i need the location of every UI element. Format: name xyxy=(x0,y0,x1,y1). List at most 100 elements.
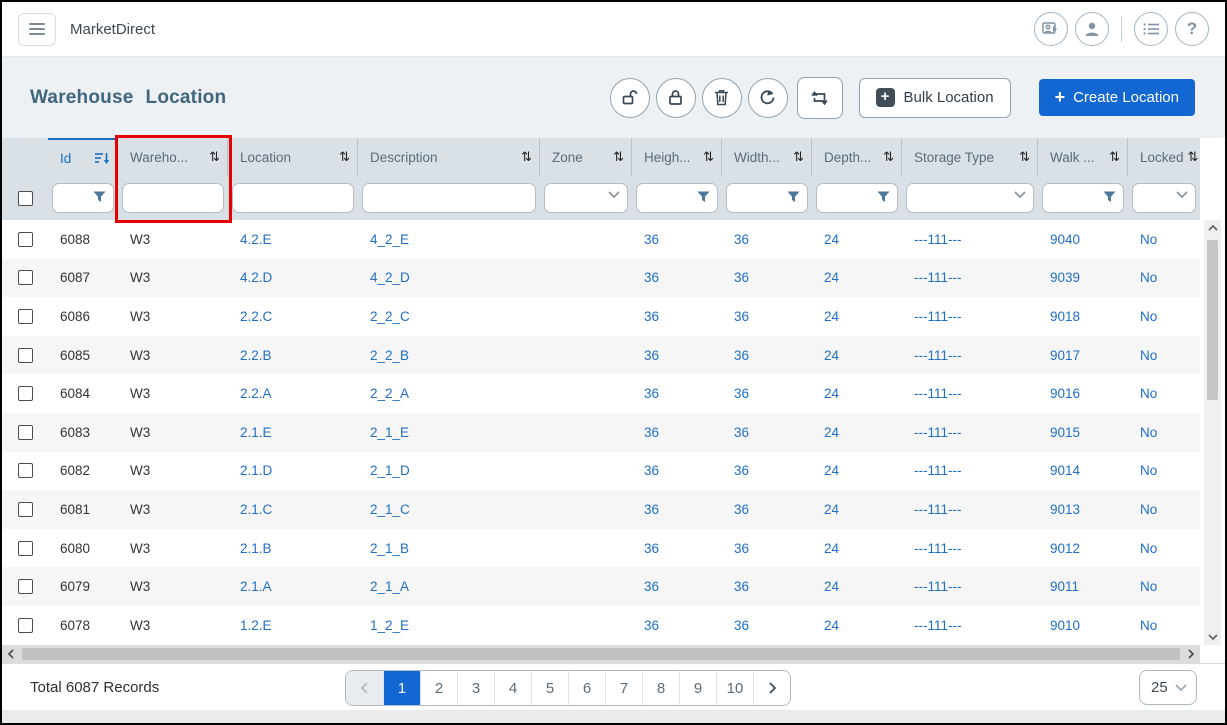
bulk-location-button[interactable]: + Bulk Location xyxy=(859,78,1011,118)
column-header-description[interactable]: Description⇅ xyxy=(358,138,540,176)
link-location[interactable]: 4.2.E xyxy=(240,232,272,247)
column-header-id[interactable]: Id xyxy=(48,138,118,176)
select-all-checkbox[interactable] xyxy=(18,191,33,206)
filter-input-warehouse[interactable] xyxy=(123,184,223,212)
filter-funnel-icon[interactable] xyxy=(93,191,106,203)
sort-icon[interactable]: ⇅ xyxy=(883,149,894,165)
chevron-down-icon[interactable] xyxy=(1176,191,1188,198)
pagination-page-3[interactable]: 3 xyxy=(457,671,494,705)
filter-select-storage_type[interactable] xyxy=(906,183,1034,213)
sort-icon[interactable]: ⇅ xyxy=(613,149,624,165)
scroll-down-arrow-icon[interactable] xyxy=(1204,629,1221,645)
scroll-left-arrow-icon[interactable] xyxy=(2,645,20,663)
scroll-up-arrow-icon[interactable] xyxy=(1204,220,1221,236)
filter-funnel-icon[interactable] xyxy=(697,191,710,203)
link-location[interactable]: 2.2.B xyxy=(240,348,272,363)
page-size-select[interactable]: 25 xyxy=(1139,670,1197,705)
hamburger-menu-button[interactable] xyxy=(18,13,56,46)
column-header-walk[interactable]: Walk ...⇅ xyxy=(1038,138,1128,176)
sort-desc-icon[interactable] xyxy=(95,152,110,165)
link-description[interactable]: 2_2_A xyxy=(370,386,409,401)
link-location[interactable]: 4.2.D xyxy=(240,270,272,285)
link-description[interactable]: 4_2_D xyxy=(370,270,410,285)
refresh-button[interactable] xyxy=(748,78,788,118)
row-checkbox[interactable] xyxy=(18,232,33,247)
pagination-page-2[interactable]: 2 xyxy=(420,671,457,705)
sort-icon[interactable]: ⇅ xyxy=(1019,149,1030,165)
sort-icon[interactable]: ⇅ xyxy=(521,149,532,165)
link-location[interactable]: 2.1.E xyxy=(240,425,272,440)
link-location[interactable]: 2.1.A xyxy=(240,579,272,594)
row-checkbox[interactable] xyxy=(18,348,33,363)
list-menu-button[interactable] xyxy=(1134,12,1168,46)
lock-button[interactable] xyxy=(656,78,696,118)
pagination-page-5[interactable]: 5 xyxy=(531,671,568,705)
pagination-page-4[interactable]: 4 xyxy=(494,671,531,705)
link-location[interactable]: 2.1.C xyxy=(240,502,272,517)
column-header-location[interactable]: Location⇅ xyxy=(228,138,358,176)
link-description[interactable]: 2_1_B xyxy=(370,541,409,556)
create-location-button[interactable]: + Create Location xyxy=(1039,79,1195,116)
pagination-page-7[interactable]: 7 xyxy=(605,671,642,705)
transfer-button[interactable] xyxy=(797,77,843,119)
link-description[interactable]: 2_2_C xyxy=(370,309,410,324)
sort-icon[interactable]: ⇅ xyxy=(209,149,220,165)
link-description[interactable]: 2_1_C xyxy=(370,502,410,517)
scroll-right-arrow-icon[interactable] xyxy=(1182,645,1200,663)
pagination-page-10[interactable]: 10 xyxy=(716,671,753,705)
link-description[interactable]: 2_1_D xyxy=(370,463,410,478)
column-header-locked[interactable]: Locked⇅ xyxy=(1128,138,1200,176)
pagination-page-6[interactable]: 6 xyxy=(568,671,605,705)
column-header-storage_type[interactable]: Storage Type⇅ xyxy=(902,138,1038,176)
link-description[interactable]: 2_1_A xyxy=(370,579,409,594)
row-checkbox[interactable] xyxy=(18,309,33,324)
link-location[interactable]: 2.2.A xyxy=(240,386,272,401)
filter-select-locked[interactable] xyxy=(1132,183,1196,213)
column-header-warehouse[interactable]: Wareho...⇅ xyxy=(118,138,228,176)
link-location[interactable]: 2.1.B xyxy=(240,541,272,556)
column-header-height[interactable]: Heigh...⇅ xyxy=(632,138,722,176)
sort-icon[interactable]: ⇅ xyxy=(793,149,804,165)
horizontal-scrollbar[interactable] xyxy=(2,645,1200,663)
delete-button[interactable] xyxy=(702,78,742,118)
column-header-width[interactable]: Width...⇅ xyxy=(722,138,812,176)
sort-icon[interactable]: ⇅ xyxy=(1109,149,1120,165)
filter-funnel-icon[interactable] xyxy=(877,191,890,203)
pagination-prev-button[interactable] xyxy=(346,671,383,705)
pagination-next-button[interactable] xyxy=(753,671,790,705)
filter-select-zone[interactable] xyxy=(544,183,628,213)
row-checkbox[interactable] xyxy=(18,579,33,594)
filter-input-location[interactable] xyxy=(233,184,353,212)
link-location[interactable]: 2.1.D xyxy=(240,463,272,478)
link-location[interactable]: 1.2.E xyxy=(240,618,272,633)
horizontal-scroll-thumb[interactable] xyxy=(22,648,1180,660)
pagination-page-1[interactable]: 1 xyxy=(383,671,420,705)
column-header-depth[interactable]: Depth...⇅ xyxy=(812,138,902,176)
row-checkbox[interactable] xyxy=(18,541,33,556)
vertical-scroll-thumb[interactable] xyxy=(1207,240,1218,400)
filter-input-description[interactable] xyxy=(363,184,535,212)
chevron-down-icon[interactable] xyxy=(1014,191,1026,198)
link-description[interactable]: 2_1_E xyxy=(370,425,409,440)
user-switch-button[interactable] xyxy=(1034,12,1068,46)
sort-icon[interactable]: ⇅ xyxy=(703,149,714,165)
filter-funnel-icon[interactable] xyxy=(1103,191,1116,203)
filter-funnel-icon[interactable] xyxy=(787,191,800,203)
link-description[interactable]: 2_2_B xyxy=(370,348,409,363)
link-description[interactable]: 1_2_E xyxy=(370,618,409,633)
row-checkbox[interactable] xyxy=(18,463,33,478)
pagination-page-8[interactable]: 8 xyxy=(642,671,679,705)
row-checkbox[interactable] xyxy=(18,425,33,440)
column-header-zone[interactable]: Zone⇅ xyxy=(540,138,632,176)
unlock-button[interactable] xyxy=(610,78,650,118)
help-button[interactable]: ? xyxy=(1175,12,1209,46)
row-checkbox[interactable] xyxy=(18,386,33,401)
chevron-down-icon[interactable] xyxy=(608,191,620,198)
vertical-scrollbar[interactable] xyxy=(1204,220,1221,645)
link-description[interactable]: 4_2_E xyxy=(370,232,409,247)
sort-icon[interactable]: ⇅ xyxy=(1188,149,1199,165)
user-profile-button[interactable] xyxy=(1075,12,1109,46)
row-checkbox[interactable] xyxy=(18,270,33,285)
row-checkbox[interactable] xyxy=(18,618,33,633)
pagination-page-9[interactable]: 9 xyxy=(679,671,716,705)
